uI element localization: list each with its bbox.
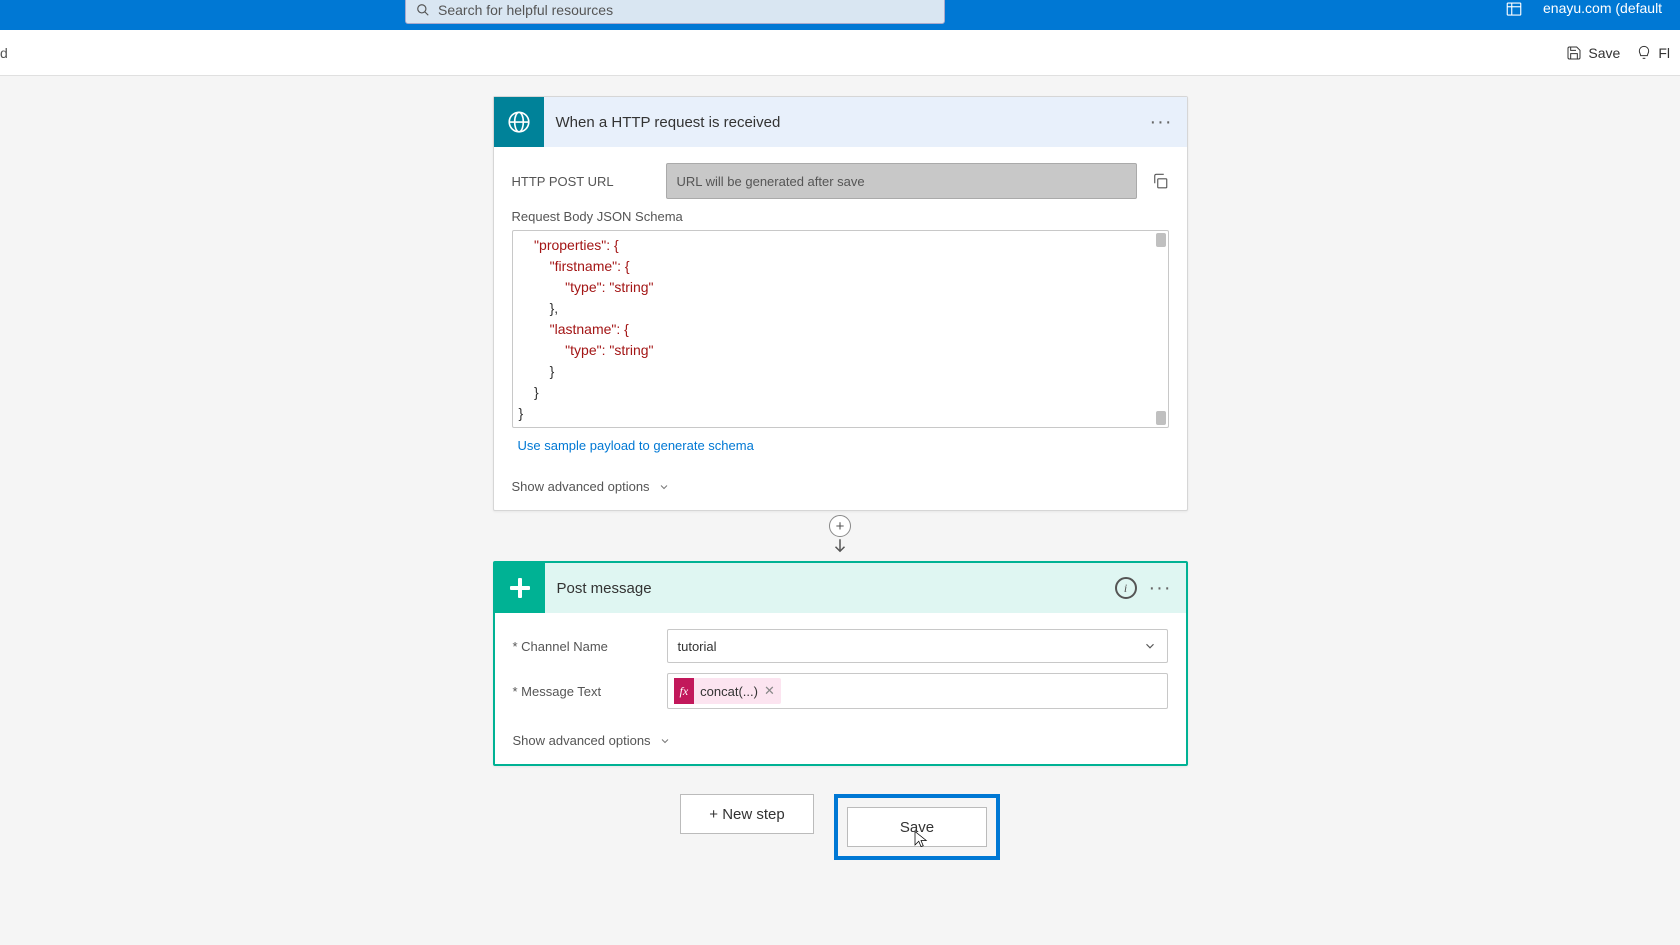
action-card: Post message i ··· Channel Name tutorial… bbox=[493, 561, 1188, 766]
trigger-card: When a HTTP request is received ··· HTTP… bbox=[493, 96, 1188, 511]
trigger-advanced-options[interactable]: Show advanced options bbox=[512, 479, 1169, 494]
http-trigger-icon bbox=[494, 97, 544, 147]
action-advanced-options[interactable]: Show advanced options bbox=[513, 733, 1168, 748]
bottom-buttons: + New step Save bbox=[0, 794, 1680, 860]
info-icon[interactable]: i bbox=[1115, 577, 1137, 599]
save-label: Save bbox=[1588, 45, 1620, 61]
trigger-header[interactable]: When a HTTP request is received ··· bbox=[494, 97, 1187, 147]
search-placeholder: Search for helpful resources bbox=[438, 2, 613, 18]
message-text-label: Message Text bbox=[513, 684, 653, 699]
top-bar: Search for helpful resources enayu.com (… bbox=[0, 0, 1680, 30]
flow-name-fragment: d bbox=[0, 45, 8, 61]
add-step-inline[interactable]: + bbox=[829, 515, 851, 537]
flow-canvas: When a HTTP request is received ··· HTTP… bbox=[0, 76, 1680, 860]
action-header[interactable]: Post message i ··· bbox=[495, 563, 1186, 613]
flow-checker-icon bbox=[1636, 45, 1652, 61]
search-icon bbox=[416, 3, 430, 17]
flow-checker-command[interactable]: Fl bbox=[1636, 45, 1670, 61]
message-text-input[interactable]: fx concat(...) ✕ bbox=[667, 673, 1168, 709]
command-bar: d Save Fl bbox=[0, 30, 1680, 76]
url-label: HTTP POST URL bbox=[512, 174, 652, 189]
url-field: URL will be generated after save bbox=[666, 163, 1137, 199]
directory-icon bbox=[1505, 0, 1523, 18]
save-highlight: Save bbox=[834, 794, 1000, 860]
channel-name-label: Channel Name bbox=[513, 639, 653, 654]
token-text: concat(...) bbox=[700, 684, 758, 699]
copy-url-icon[interactable] bbox=[1151, 172, 1169, 190]
chevron-down-icon bbox=[659, 735, 671, 747]
slack-connector-icon bbox=[495, 563, 545, 613]
action-menu[interactable]: ··· bbox=[1149, 577, 1172, 600]
expression-token[interactable]: fx concat(...) ✕ bbox=[674, 678, 781, 704]
new-step-button[interactable]: + New step bbox=[680, 794, 814, 834]
search-box[interactable]: Search for helpful resources bbox=[405, 0, 945, 24]
save-command[interactable]: Save bbox=[1566, 45, 1620, 61]
scrollbar-thumb[interactable] bbox=[1156, 411, 1166, 425]
schema-editor[interactable]: "properties": { "firstname": { "type": "… bbox=[512, 230, 1169, 428]
chevron-down-icon bbox=[658, 481, 670, 493]
schema-label: Request Body JSON Schema bbox=[512, 209, 1169, 224]
channel-name-select[interactable]: tutorial bbox=[667, 629, 1168, 663]
sample-payload-link[interactable]: Use sample payload to generate schema bbox=[518, 438, 754, 453]
scrollbar-thumb[interactable] bbox=[1156, 233, 1166, 247]
fx-icon: fx bbox=[674, 678, 695, 704]
action-title: Post message bbox=[545, 580, 1115, 597]
save-icon bbox=[1566, 45, 1582, 61]
flow-checker-label: Fl bbox=[1658, 45, 1670, 61]
org-name[interactable]: enayu.com (default bbox=[1543, 0, 1662, 16]
trigger-title: When a HTTP request is received bbox=[544, 114, 1150, 131]
remove-token-icon[interactable]: ✕ bbox=[764, 683, 775, 699]
connector: + bbox=[827, 511, 853, 561]
trigger-menu[interactable]: ··· bbox=[1150, 111, 1173, 134]
arrow-down-icon bbox=[831, 535, 849, 557]
save-button[interactable]: Save bbox=[847, 807, 987, 847]
chevron-down-icon bbox=[1143, 639, 1157, 653]
